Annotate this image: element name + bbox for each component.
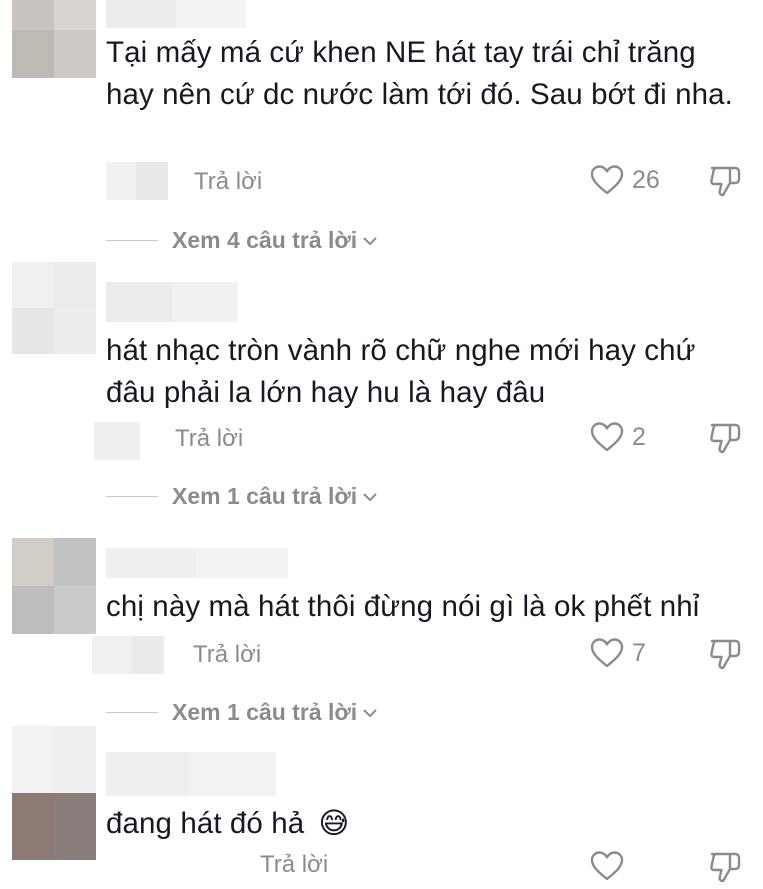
comment-text: hát nhạc tròn vành rõ chữ nghe mới hay c… (106, 334, 696, 409)
comment-text: chị này mà hát thôi đừng nói gì là ok ph… (106, 590, 700, 623)
heart-outline-icon (590, 638, 624, 668)
comment-text: Tại mấy má cứ khen NE hát tay trái chỉ t… (106, 36, 733, 111)
comment-text-content: đang hát đó hả (106, 807, 305, 840)
view-replies-label: Xem 1 câu trả lời (172, 483, 358, 509)
thumbs-down-outline-icon (710, 166, 741, 197)
like-count: 2 (632, 422, 646, 451)
like-button[interactable]: 2 (590, 421, 646, 453)
view-replies-button[interactable]: Xem 4 câu trả lời (106, 227, 379, 254)
timestamp-redacted (106, 162, 168, 200)
chevron-down-icon (363, 492, 377, 501)
thread-divider (106, 495, 158, 498)
chevron-down-icon (363, 708, 377, 717)
dislike-button[interactable] (708, 850, 742, 889)
view-replies-button[interactable]: Xem 1 câu trả lời (106, 483, 379, 510)
reply-button[interactable]: Trả lời (175, 425, 243, 453)
chevron-down-icon (363, 236, 377, 245)
thumbs-down-outline-icon (710, 639, 741, 670)
comment-text: đang hát đó hả 😅 (106, 802, 746, 845)
dislike-button[interactable] (708, 421, 742, 460)
timestamp-redacted (92, 636, 164, 674)
reply-button[interactable]: Trả lời (193, 641, 261, 669)
heart-outline-icon (590, 422, 624, 452)
like-count: 7 (632, 638, 646, 667)
view-replies-label: Xem 1 câu trả lời (172, 699, 358, 725)
view-replies-button[interactable]: Xem 1 câu trả lời (106, 699, 379, 726)
like-button[interactable]: 7 (590, 637, 646, 669)
like-button[interactable]: 26 (590, 164, 660, 196)
like-button[interactable] (590, 850, 624, 882)
avatar[interactable] (12, 0, 96, 78)
reply-button[interactable]: Trả lời (260, 851, 328, 879)
heart-outline-icon (590, 851, 624, 881)
username-redacted[interactable] (106, 548, 288, 578)
like-count: 26 (632, 165, 660, 194)
avatar[interactable] (12, 726, 96, 860)
sweat-smile-emoji: 😅 (318, 806, 350, 840)
thumbs-down-outline-icon (710, 423, 741, 454)
avatar[interactable] (12, 262, 96, 354)
dislike-button[interactable] (708, 637, 742, 676)
view-replies-label: Xem 4 câu trả lời (172, 227, 358, 253)
thumbs-down-outline-icon (710, 852, 741, 883)
heart-outline-icon (590, 165, 624, 195)
username-redacted[interactable] (106, 752, 276, 796)
username-redacted[interactable] (106, 282, 238, 322)
username-redacted[interactable] (106, 0, 246, 28)
thread-divider (106, 711, 158, 714)
thread-divider (106, 239, 158, 242)
avatar[interactable] (12, 538, 96, 634)
dislike-button[interactable] (708, 164, 742, 203)
timestamp-redacted (94, 422, 140, 460)
reply-button[interactable]: Trả lời (194, 168, 262, 196)
